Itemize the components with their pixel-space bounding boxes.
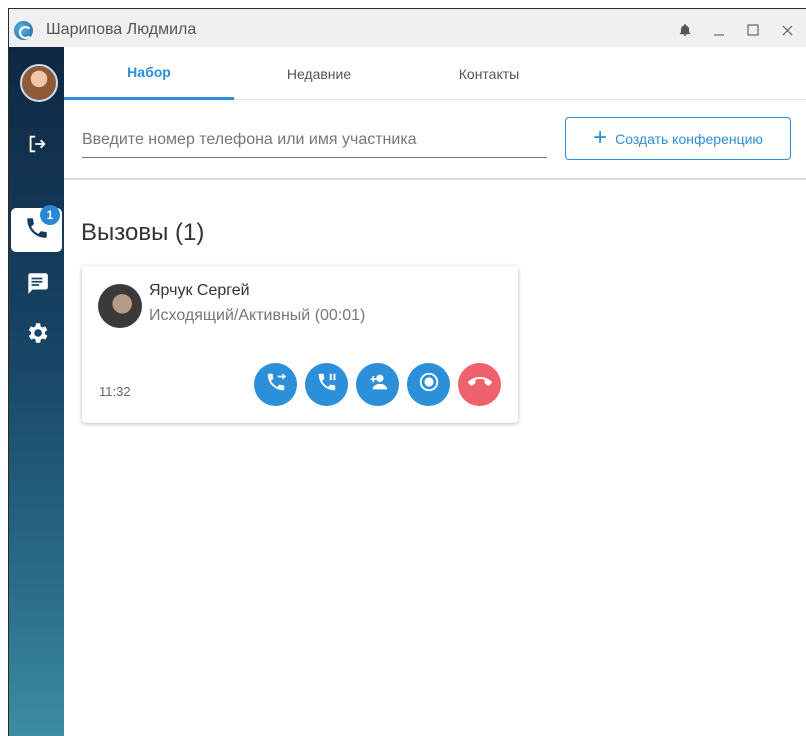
hangup-icon [467,370,492,399]
hold-call-button[interactable] [305,363,348,406]
calls-badge: 1 [40,205,60,225]
maximize-icon[interactable] [742,19,764,41]
logout-icon[interactable] [9,122,64,166]
gear-icon[interactable] [9,311,64,355]
tab-bar: Набор Недавние Контакты [64,47,806,100]
avatar[interactable] [20,64,58,102]
call-status: Исходящий/Активный (00:01) [149,307,366,324]
title-bar: Шарипова Людмила [9,9,806,47]
hangup-button[interactable] [458,363,501,406]
window-title: Шарипова Людмила [46,21,197,38]
record-icon [418,371,440,398]
hold-call-icon [316,371,338,398]
tab-contacts[interactable]: Контакты [404,47,574,100]
peer-avatar [98,284,142,328]
close-icon[interactable] [776,19,798,41]
chat-icon[interactable] [9,261,64,305]
sidebar-item-calls[interactable]: 1 [11,205,62,252]
transfer-call-button[interactable] [254,363,297,406]
transfer-call-icon [265,371,287,398]
peer-name: Ярчук Сергей [149,282,250,299]
create-conference-button[interactable]: + Создать конференцию [565,117,791,160]
add-participant-button[interactable] [356,363,399,406]
app-logo-icon [14,21,33,40]
sidebar: 1 [9,47,64,736]
call-time: 11:32 [99,384,131,399]
add-participant-icon [367,371,389,398]
create-conference-label: Создать конференцию [615,130,763,147]
record-button[interactable] [407,363,450,406]
minimize-icon[interactable] [708,19,730,41]
call-card: Ярчук Сергей Исходящий/Активный (00:01) … [82,266,518,423]
plus-icon: + [593,123,608,151]
divider [64,178,806,180]
app-window: Шарипова Людмила 1 Набор Недавние Контак… [8,8,806,736]
search-input[interactable]: Введите номер телефона или имя участника [82,125,547,158]
tab-dial[interactable]: Набор [64,47,234,100]
bell-icon[interactable] [674,19,696,41]
tab-recent[interactable]: Недавние [234,47,404,100]
calls-title: Вызовы (1) [81,219,205,246]
